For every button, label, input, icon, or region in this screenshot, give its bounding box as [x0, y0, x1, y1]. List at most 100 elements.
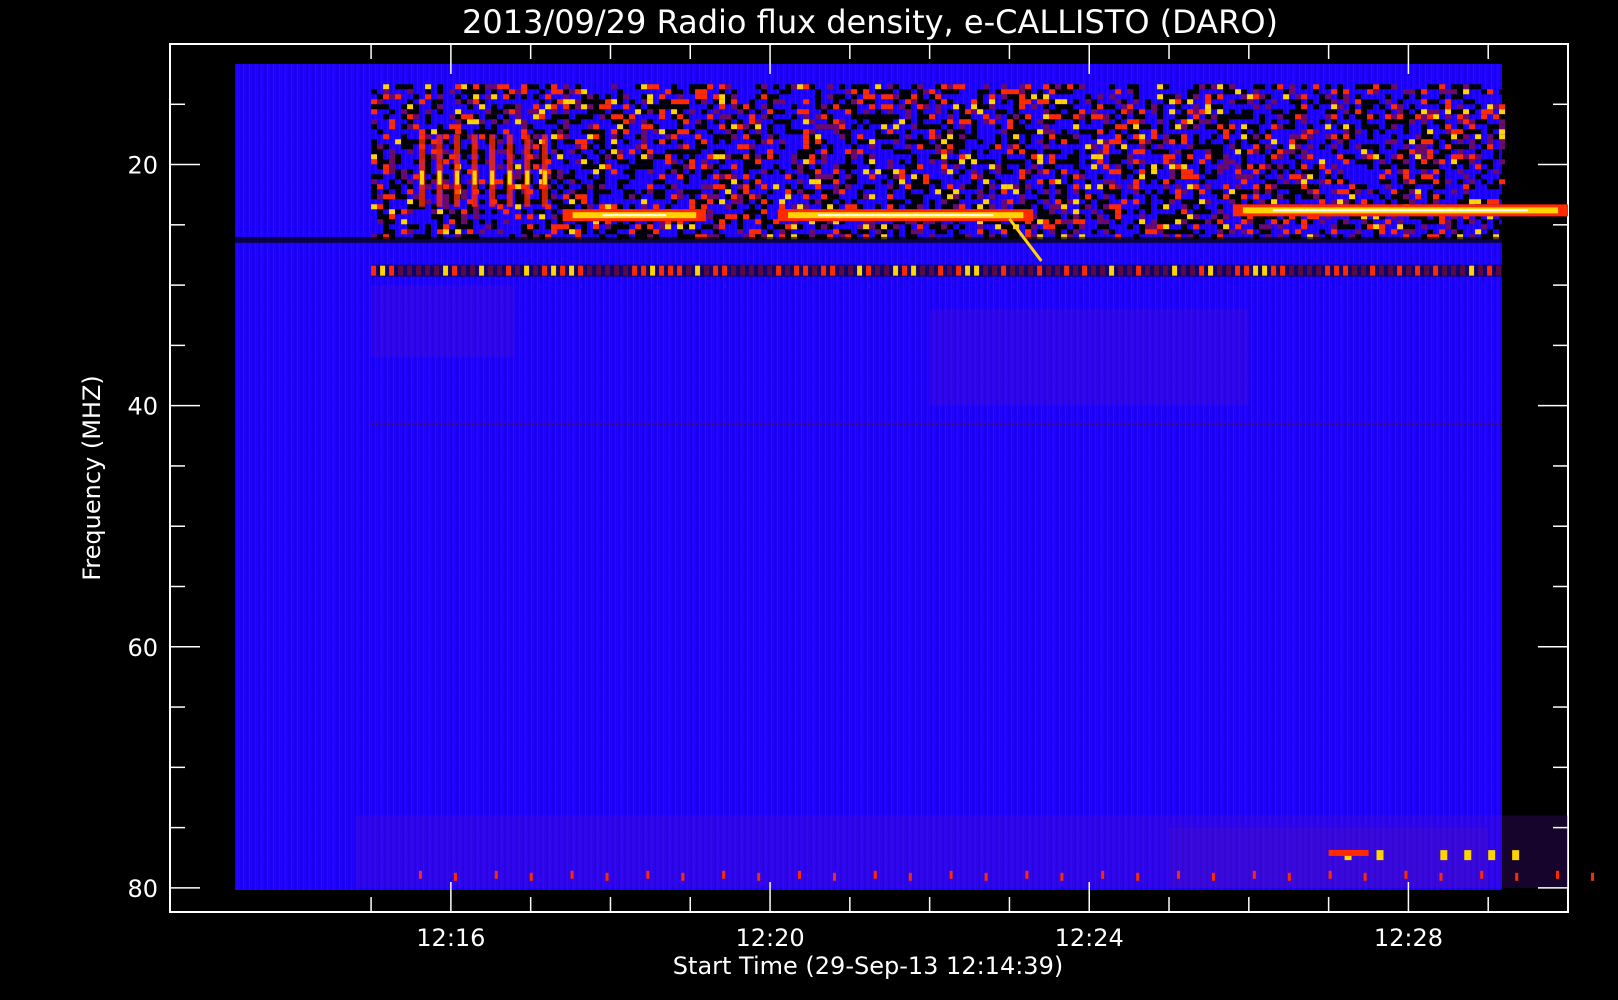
band-cell — [1049, 114, 1056, 120]
band-cell — [509, 94, 516, 100]
band-cell — [1103, 124, 1110, 130]
band-cell — [1427, 174, 1434, 180]
band-cell — [515, 214, 522, 220]
band-cell — [761, 184, 768, 190]
band-cell — [947, 134, 954, 140]
band-cell — [713, 224, 720, 230]
band-cell — [605, 189, 612, 195]
band-cell — [935, 179, 942, 185]
band-cell — [557, 129, 564, 135]
band-cell — [917, 89, 924, 95]
band-cell — [1475, 154, 1482, 160]
band-cell — [593, 134, 600, 140]
band-cell — [1199, 159, 1206, 165]
dotted-line-dot — [751, 422, 754, 425]
dotted-line-dot — [1464, 850, 1472, 861]
band-cell — [845, 129, 852, 135]
band-cell — [689, 164, 696, 170]
band-cell — [551, 109, 558, 115]
dotted-line-dot — [1463, 422, 1466, 425]
band-cell — [941, 169, 948, 175]
band-cell — [1391, 229, 1398, 235]
band-cell — [887, 164, 894, 170]
band-cell — [731, 99, 738, 105]
band-cell — [1157, 124, 1164, 130]
band-cell — [707, 224, 714, 230]
band-cell — [1103, 139, 1110, 145]
band-cell — [1139, 219, 1146, 225]
band-cell — [383, 114, 390, 120]
band-cell — [1487, 164, 1494, 170]
band-cell — [911, 154, 918, 160]
band-cell — [719, 94, 726, 100]
band-cell — [1157, 194, 1164, 200]
band-cell — [1055, 84, 1062, 90]
band-cell — [1061, 129, 1068, 135]
band-cell — [947, 144, 954, 150]
band-cell — [1259, 149, 1266, 155]
band-cell — [983, 184, 990, 190]
band-cell — [497, 109, 504, 115]
band-cell — [1313, 89, 1320, 95]
band-cell — [833, 204, 840, 210]
band-cell — [1133, 174, 1140, 180]
band-cell — [827, 204, 834, 210]
band-cell — [839, 189, 846, 195]
band-cell — [701, 184, 708, 190]
band-cell — [695, 134, 702, 140]
dotted-line-dot — [623, 422, 626, 425]
band-cell — [377, 159, 384, 165]
band-cell — [1379, 104, 1386, 110]
band-cell — [581, 94, 588, 100]
dotted-line-dot — [647, 422, 650, 425]
band-cell — [755, 134, 762, 140]
band-cell — [899, 94, 906, 100]
band-cell — [821, 109, 828, 115]
band-cell — [1409, 224, 1416, 230]
band-cell — [1259, 229, 1266, 235]
band-cell — [563, 94, 570, 100]
band-cell — [1289, 109, 1296, 115]
band-cell — [1325, 94, 1332, 100]
band-cell — [1217, 104, 1224, 110]
band-cell — [1433, 139, 1440, 145]
band-cell — [1469, 219, 1476, 225]
band-cell — [1049, 204, 1056, 210]
band-cell — [1433, 219, 1440, 225]
band-cell — [641, 159, 648, 165]
band-cell — [443, 229, 450, 235]
band-cell — [815, 164, 822, 170]
band-cell — [383, 94, 390, 100]
band-cell — [1463, 154, 1470, 160]
band-cell — [725, 84, 732, 90]
band-cell — [791, 174, 798, 180]
band-cell — [881, 224, 888, 230]
band-cell — [1427, 179, 1434, 185]
band-cell — [875, 224, 882, 230]
band-cell — [743, 164, 750, 170]
band-cell — [755, 124, 762, 130]
band-cell — [803, 119, 810, 125]
band-cell — [1439, 219, 1446, 225]
band-cell — [1037, 204, 1044, 210]
band-cell — [1271, 179, 1278, 185]
band-cell — [1115, 194, 1122, 200]
band-cell — [1421, 224, 1428, 230]
band-cell — [455, 214, 462, 220]
band-cell — [1151, 129, 1158, 135]
dotted-line-dot — [1488, 850, 1496, 861]
band-cell — [1001, 204, 1008, 210]
band-cell — [845, 104, 852, 110]
band-cell — [815, 154, 822, 160]
band-cell — [839, 134, 846, 140]
band-cell — [467, 229, 474, 235]
band-cell — [401, 174, 408, 180]
band-cell — [401, 104, 408, 110]
band-cell — [461, 114, 468, 120]
band-cell — [953, 194, 960, 200]
band-cell — [641, 84, 648, 90]
band-cell — [1043, 149, 1050, 155]
band-cell — [1307, 154, 1314, 160]
band-cell — [1463, 189, 1470, 195]
band-cell — [1181, 134, 1188, 140]
